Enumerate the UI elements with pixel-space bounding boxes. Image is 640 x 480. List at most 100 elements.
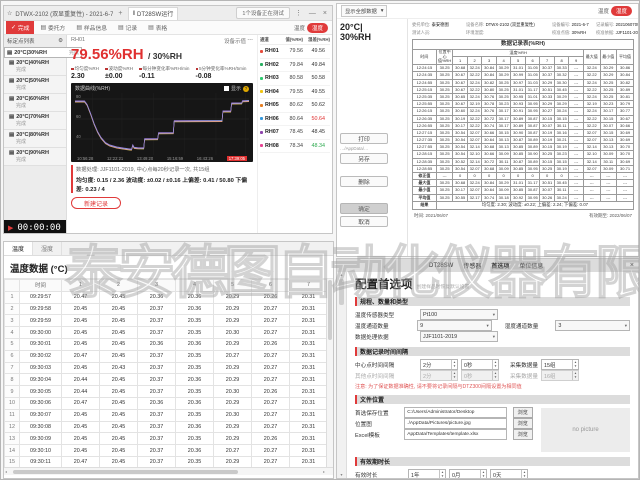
calib-point-item[interactable]: ▤20°C|90%RH完成 [4, 148, 66, 166]
doc-icon: ▤ [148, 25, 153, 31]
validity-day-stepper[interactable]: 0天 ▲▼ [490, 469, 528, 478]
channel-row[interactable]: RH0179.5649.56 [260, 45, 330, 59]
menu-icon[interactable]: ⋮ [293, 9, 304, 17]
gear-icon[interactable]: ⚙ [58, 38, 63, 44]
browse-picture-button[interactable]: 浏览 [513, 418, 534, 429]
status-block: 数据处理: JJF1101-2019, 中心点每20秒记录一次, 共15组 均匀… [71, 165, 253, 193]
table-row[interactable]: 909:30:0520.4420.4520.3720.3520.3020.262… [5, 386, 334, 398]
scroll-right-icon[interactable]: ▸ [323, 469, 325, 474]
tab-表格[interactable]: ▤表格 [143, 21, 172, 34]
report-toggle-humidity[interactable]: 湿度 [611, 6, 632, 16]
basis-label: 数据处理依据 [355, 333, 417, 341]
report-side-panel: 20°C| 30%RH 打印 …/AppData/… 另存 删除 确定 取消 [337, 19, 408, 257]
channel-row[interactable]: RH0279.8449.84 [260, 59, 330, 73]
validity-year-stepper[interactable]: 1年 ▲▼ [408, 469, 446, 478]
table-row[interactable]: 1409:30:1020.4520.4520.3720.3620.2720.27… [5, 445, 334, 457]
menu-unit-info[interactable]: 单位信息 [519, 261, 543, 270]
channel-row[interactable]: RH0680.6450.64 [260, 113, 330, 127]
table-row[interactable]: 309:29:5920.4520.4520.3720.3520.2920.272… [5, 315, 334, 327]
stat-item: 每分钟变化率%RH/min-0.11 [139, 66, 189, 80]
sample-count-stepper[interactable]: 15组 ▲▼ [541, 359, 579, 370]
tab-记录[interactable]: ▤记录 [113, 21, 142, 34]
config-close-icon[interactable]: × [630, 262, 634, 269]
channel-row[interactable]: RH0580.6250.62 [260, 99, 330, 113]
show-curve-checkbox[interactable] [224, 86, 229, 91]
temp-table: 时间12345678109:29:5720.4720.4520.3620.362… [4, 279, 333, 475]
save-as-button[interactable]: 另存 [340, 153, 388, 164]
browse-excel-button[interactable]: 浏览 [513, 429, 534, 440]
center-minutes-stepper[interactable]: 2分 ▲▼ [420, 359, 458, 370]
calib-point-item[interactable]: ▤20°C|80%RH完成 [4, 130, 66, 148]
channel-row[interactable]: RH0479.5549.55 [260, 86, 330, 100]
menu-preferences[interactable]: 首选项 [491, 261, 509, 270]
star-icon[interactable]: ☆ [7, 10, 12, 17]
help-icon[interactable]: ? [243, 86, 249, 92]
temp-tab-湿度[interactable]: 湿度 [33, 242, 62, 255]
table-row[interactable]: 409:30:0020.4520.4520.3720.3520.3020.272… [5, 327, 334, 339]
x-tick: 10:56:28 [77, 156, 93, 161]
tab-完成[interactable]: ✓完成 [6, 21, 34, 34]
info-label: 委托单位: [412, 22, 432, 27]
table-row[interactable]: 609:30:0220.4720.4520.3720.3520.2720.272… [5, 350, 334, 362]
doc-icon: ▤ [40, 25, 45, 31]
minimize-icon[interactable]: — [307, 10, 318, 17]
calib-point-item[interactable]: ▤20°C|70%RH完成 [4, 112, 66, 130]
excel-template-input[interactable]: AppData/Templates/template.xlsx [404, 429, 506, 440]
temp-channels-select[interactable]: 9▾ [417, 320, 492, 331]
calib-point-item[interactable]: ▤20°C|60%RH完成 [4, 94, 66, 112]
hum-channels-select[interactable]: 3▾ [555, 320, 630, 331]
table-row[interactable]: 1309:30:0920.4520.4520.3720.3520.2920.26… [5, 433, 334, 445]
channel-row[interactable]: RH0380.5850.58 [260, 72, 330, 86]
toggle-temp[interactable]: 温度 [294, 24, 305, 32]
calib-point-item[interactable]: ▤20°C|50%RH完成 [4, 76, 66, 94]
print-button[interactable]: 打印 [340, 133, 388, 144]
close-icon[interactable]: × [321, 10, 329, 17]
table-row[interactable]: 1109:30:0720.4520.4520.3720.3520.3020.27… [5, 409, 334, 421]
calib-point-item[interactable]: ▤20°C|40%RH完成 [4, 58, 66, 76]
channel-row[interactable]: RH0878.3448.34 [260, 140, 330, 154]
table-row[interactable]: 709:30:0320.4520.4320.3720.3520.2920.272… [5, 362, 334, 374]
tab-dt28sw-run[interactable]: ‖ DT28SW运行 [128, 7, 179, 20]
vertical-scrollbar[interactable] [326, 279, 333, 468]
table-row[interactable]: 209:29:5820.4520.4520.3720.3620.2920.272… [5, 303, 334, 315]
tab-样品信息[interactable]: ▤样品信息 [71, 21, 112, 34]
basis-select[interactable]: JJF1101-2019▾ [420, 331, 498, 342]
save-location-input[interactable]: C:/Users/Administrator/Desktop [404, 407, 506, 418]
sensor-type-select[interactable]: Pt100▾ [420, 309, 498, 320]
report-unit-toggle[interactable]: 温度 湿度 [598, 6, 632, 16]
scroll-down-icon[interactable]: ▼ [340, 473, 343, 477]
report-toggle-temp[interactable]: 温度 [598, 7, 609, 15]
menu-sensor[interactable]: 传感器 [463, 261, 481, 270]
temp-tab-温度[interactable]: 温度 [4, 242, 33, 255]
header-row: 时间位置中心值%RH湿度%RH最大值最小值平均值 [413, 49, 634, 57]
scroll-up-icon[interactable]: ▲ [340, 273, 343, 277]
channel-row[interactable]: RH0778.4548.45 [260, 126, 330, 140]
table-row[interactable]: 1009:30:0620.4720.4520.3620.3620.2920.27… [5, 397, 334, 409]
config-left-scrollbar[interactable]: ▲ ▼ [337, 272, 347, 478]
play-icon[interactable]: ▶ [8, 224, 13, 232]
other-sample-stepper: 16组 ▲▼ [541, 370, 579, 381]
point-status: 完成 [16, 120, 63, 127]
center-seconds-stepper[interactable]: 0秒 ▲▼ [461, 359, 499, 370]
table-row[interactable]: 109:29:5720.4720.4520.3620.3620.2920.262… [5, 291, 334, 303]
ok-button[interactable]: 确定 [340, 203, 388, 214]
cancel-button[interactable]: 取消 [340, 216, 388, 227]
new-record-button[interactable]: 新建记录 [71, 197, 121, 209]
table-row[interactable]: 1209:30:0820.4520.4520.3720.3620.2920.27… [5, 421, 334, 433]
picture-input[interactable]: ./AppData/Pictures/picture.jpg [404, 418, 506, 429]
table-row[interactable]: 809:30:0420.4420.4520.3720.3620.2920.272… [5, 374, 334, 386]
chevron-down-icon: ▾ [486, 323, 488, 329]
x-tick: 17:39:05 [227, 156, 247, 161]
unit-toggle[interactable]: 温度 湿度 [294, 23, 328, 33]
toggle-humidity[interactable]: 湿度 [307, 23, 328, 33]
tab-委托方[interactable]: ▤委托方 [35, 21, 70, 34]
table-row[interactable]: 509:30:0120.4520.4520.3620.3620.2920.262… [5, 338, 334, 350]
browse-save-button[interactable]: 浏览 [513, 407, 534, 418]
delete-button[interactable]: 删除 [340, 176, 388, 187]
scrollbar-thumb[interactable] [13, 470, 238, 474]
scroll-left-icon[interactable]: ◂ [5, 469, 7, 474]
new-tab-icon[interactable]: + [116, 10, 124, 17]
filter-dropdown[interactable]: 显示全部数据 ▾ [341, 5, 387, 17]
validity-month-stepper[interactable]: 0月 ▲▼ [449, 469, 487, 478]
horizontal-scrollbar[interactable]: ◂ ▸ [4, 467, 333, 475]
